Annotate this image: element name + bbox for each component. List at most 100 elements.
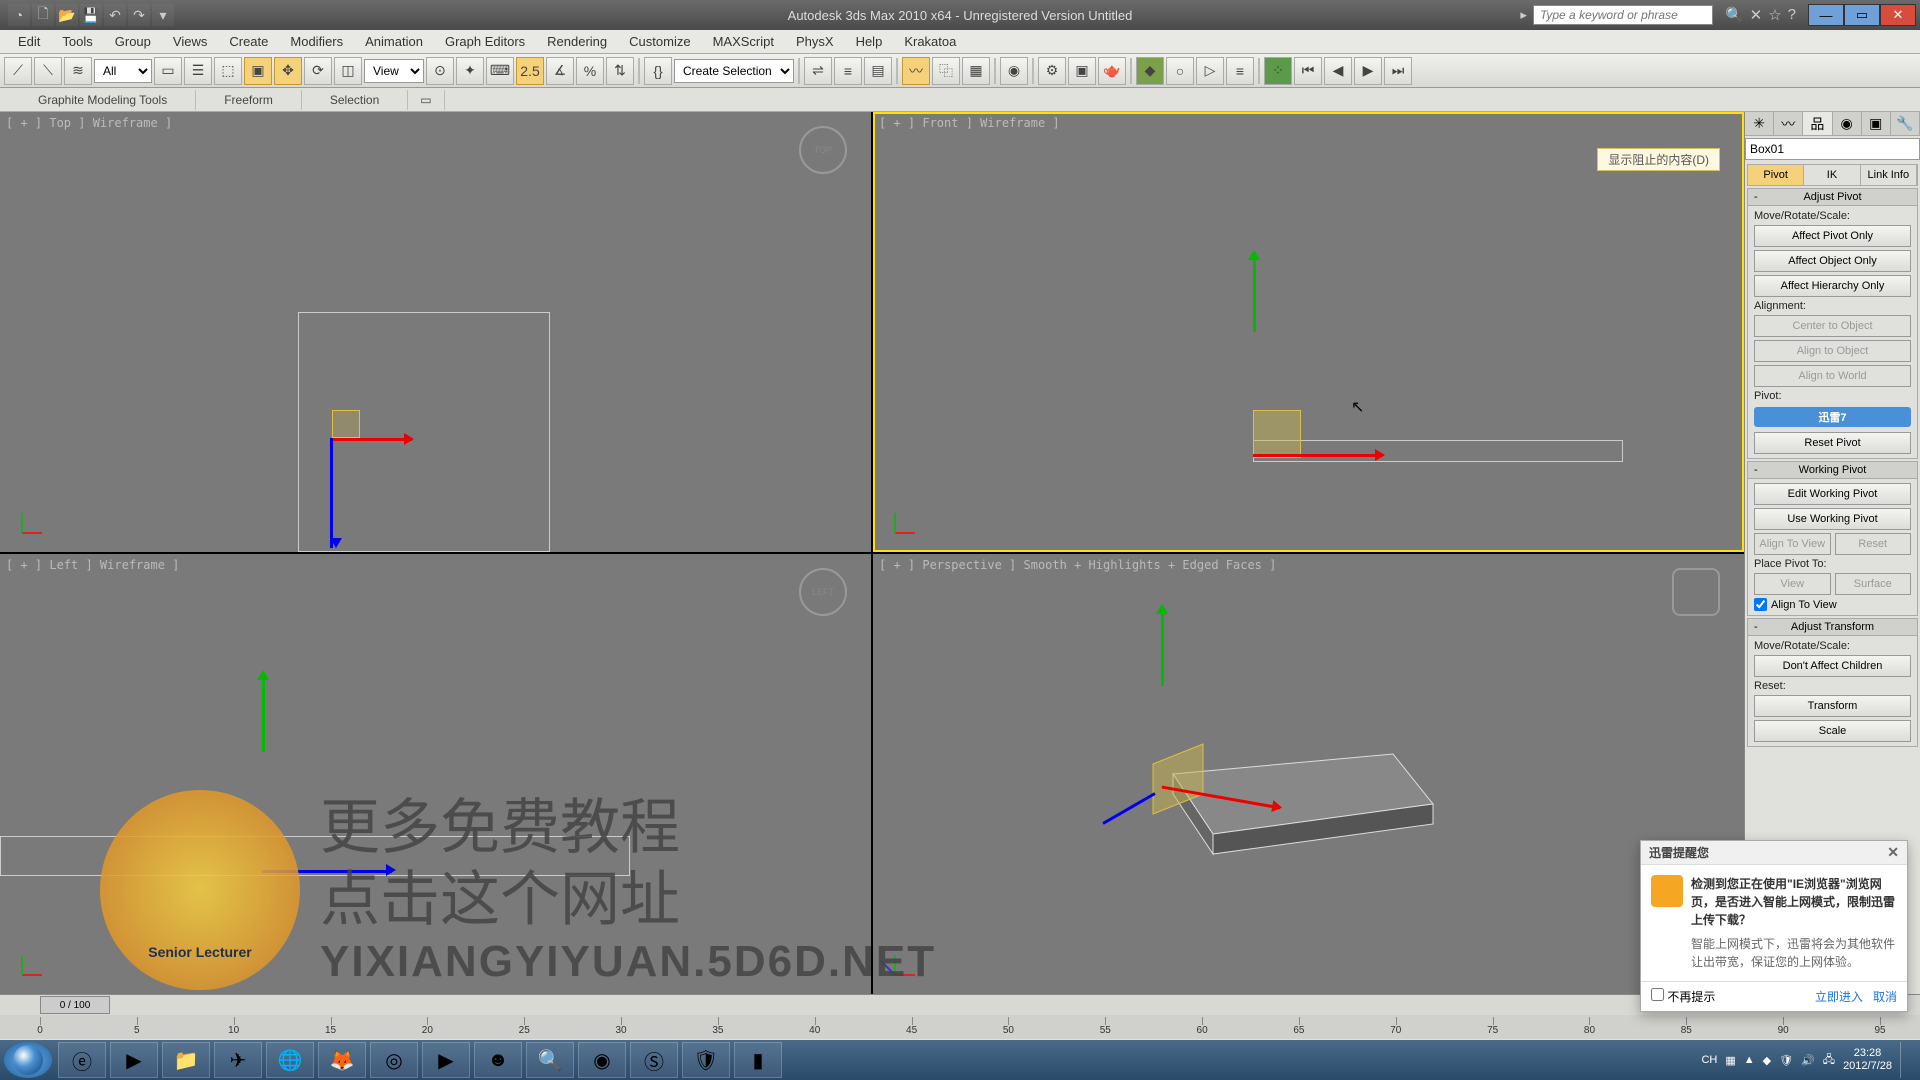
open-icon[interactable]: 📂 bbox=[56, 4, 78, 26]
dope-sheet-icon[interactable]: ▦ bbox=[962, 57, 990, 85]
rollout-head-adjust-pivot[interactable]: Adjust Pivot bbox=[1748, 189, 1917, 206]
save-icon[interactable]: 💾 bbox=[80, 4, 102, 26]
ribbon-tab-graphite[interactable]: Graphite Modeling Tools bbox=[10, 90, 196, 110]
schematic-view-icon[interactable]: ⿻ bbox=[932, 57, 960, 85]
hierarchy-tab-icon[interactable]: 品 bbox=[1803, 112, 1832, 135]
menu-modifiers[interactable]: Modifiers bbox=[280, 32, 353, 51]
viewport-perspective[interactable]: [ + ] Perspective ] Smooth + Highlights … bbox=[873, 554, 1744, 994]
reset-scale-button[interactable]: Scale bbox=[1754, 720, 1911, 742]
use-center-icon[interactable]: ⊙ bbox=[426, 57, 454, 85]
viewcube-persp[interactable] bbox=[1672, 568, 1720, 616]
create-tab-icon[interactable]: ✳ bbox=[1745, 112, 1774, 135]
taskbar-app1-icon[interactable]: ✈ bbox=[214, 1042, 262, 1078]
use-working-pivot-button[interactable]: Use Working Pivot bbox=[1754, 508, 1911, 530]
popup-noremind-checkbox[interactable]: 不再提示 bbox=[1651, 988, 1715, 1005]
select-by-name-icon[interactable]: ☰ bbox=[184, 57, 212, 85]
help-icon[interactable]: ? bbox=[1788, 6, 1796, 24]
rollout-head-working-pivot[interactable]: Working Pivot bbox=[1748, 462, 1917, 479]
undo-icon[interactable]: ↶ bbox=[104, 4, 126, 26]
percent-snap-icon[interactable]: % bbox=[576, 57, 604, 85]
select-scale-icon[interactable]: ◫ bbox=[334, 57, 362, 85]
ribbon-tab-selection[interactable]: Selection bbox=[302, 90, 408, 110]
named-selection-set[interactable]: Create Selection Set bbox=[674, 59, 794, 83]
menu-views[interactable]: Views bbox=[163, 32, 217, 51]
select-link-icon[interactable]: ⟋ bbox=[4, 57, 32, 85]
binoculars-icon[interactable]: 🔍 bbox=[1725, 6, 1744, 24]
affect-hierarchy-only-button[interactable]: Affect Hierarchy Only bbox=[1754, 275, 1911, 297]
align-icon[interactable]: ≡ bbox=[834, 57, 862, 85]
popup-cancel-link[interactable]: 取消 bbox=[1873, 988, 1897, 1005]
tray-app-icon[interactable]: ◆ bbox=[1763, 1054, 1771, 1067]
manipulate-icon[interactable]: ✦ bbox=[456, 57, 484, 85]
popup-close-icon[interactable]: ✕ bbox=[1887, 844, 1899, 861]
material-editor-icon[interactable]: ◉ bbox=[1000, 57, 1028, 85]
utilities-tab-icon[interactable]: 🔧 bbox=[1891, 112, 1920, 135]
menu-rendering[interactable]: Rendering bbox=[537, 32, 617, 51]
taskbar-firefox-icon[interactable]: 🦊 bbox=[318, 1042, 366, 1078]
motion-tab-icon[interactable]: ◉ bbox=[1833, 112, 1862, 135]
start-button[interactable] bbox=[4, 1042, 52, 1078]
favorites-icon[interactable]: ☆ bbox=[1768, 6, 1781, 24]
viewport-top[interactable]: [ + ] Top ] Wireframe ] TOP bbox=[0, 112, 871, 552]
taskbar-wmp-icon[interactable]: ▶ bbox=[110, 1042, 158, 1078]
unlink-icon[interactable]: ⟍ bbox=[34, 57, 62, 85]
align-to-view-checkbox[interactable]: Align To View bbox=[1754, 598, 1911, 611]
render-setup-icon[interactable]: ⚙ bbox=[1038, 57, 1066, 85]
mirror-icon[interactable]: ⇌ bbox=[804, 57, 832, 85]
render-icon[interactable]: 🫖 bbox=[1098, 57, 1126, 85]
taskbar-360-icon[interactable]: ◎ bbox=[370, 1042, 418, 1078]
time-slider-knob[interactable]: 0 / 100 bbox=[40, 996, 110, 1014]
keyboard-shortcut-icon[interactable]: ⌨ bbox=[486, 57, 514, 85]
ribbon-tab-freeform[interactable]: Freeform bbox=[196, 90, 302, 110]
infocenter-search[interactable] bbox=[1533, 5, 1713, 25]
menu-edit[interactable]: Edit bbox=[8, 32, 50, 51]
subtab-ik[interactable]: IK bbox=[1804, 165, 1860, 185]
menu-graph-editors[interactable]: Graph Editors bbox=[435, 32, 535, 51]
menu-create[interactable]: Create bbox=[219, 32, 278, 51]
reactor-preview-icon[interactable]: ≡ bbox=[1226, 57, 1254, 85]
redo-icon[interactable]: ↷ bbox=[128, 4, 150, 26]
new-icon[interactable]: 🗋 bbox=[32, 4, 54, 26]
close-button[interactable]: ✕ bbox=[1880, 4, 1916, 26]
tray-flag-icon[interactable]: ▦ bbox=[1725, 1054, 1735, 1067]
affect-object-only-button[interactable]: Affect Object Only bbox=[1754, 250, 1911, 272]
align-to-object-button[interactable]: Align to Object bbox=[1754, 340, 1911, 362]
popup-enter-link[interactable]: 立即进入 bbox=[1815, 988, 1863, 1005]
time-slider[interactable]: 0 / 100 bbox=[0, 995, 1920, 1015]
menu-tools[interactable]: Tools bbox=[52, 32, 102, 51]
edit-named-sel-icon[interactable]: {} bbox=[644, 57, 672, 85]
viewport-left[interactable]: [ + ] Left ] Wireframe ] LEFT bbox=[0, 554, 871, 994]
viewport-front[interactable]: [ + ] Front ] Wireframe ] ↖ bbox=[873, 112, 1744, 552]
tray-volume-icon[interactable]: 🔊 bbox=[1801, 1054, 1815, 1067]
curve-editor-icon[interactable]: 〰 bbox=[902, 57, 930, 85]
reactor-icon[interactable]: ◆ bbox=[1136, 57, 1164, 85]
playback-end-icon[interactable]: ⏭ bbox=[1384, 57, 1412, 85]
subtab-linkinfo[interactable]: Link Info bbox=[1861, 165, 1917, 185]
reset-pivot-button[interactable]: Reset Pivot bbox=[1754, 432, 1911, 454]
select-region-rect-icon[interactable]: ⬚ bbox=[214, 57, 242, 85]
time-ruler[interactable]: 05101520253035404550556065707580859095 bbox=[0, 1015, 1920, 1039]
reactor-create-icon[interactable]: ○ bbox=[1166, 57, 1194, 85]
select-rotate-icon[interactable]: ⟳ bbox=[304, 57, 332, 85]
taskbar-app6-icon[interactable]: ◉ bbox=[578, 1042, 626, 1078]
dont-affect-children-button[interactable]: Don't Affect Children bbox=[1754, 655, 1911, 677]
ref-coord-system[interactable]: View bbox=[364, 59, 424, 83]
viewcube-left[interactable]: LEFT bbox=[799, 568, 847, 616]
menu-help[interactable]: Help bbox=[846, 32, 893, 51]
rendered-frame-icon[interactable]: ▣ bbox=[1068, 57, 1096, 85]
ribbon-collapse-icon[interactable]: ▭ bbox=[408, 90, 444, 110]
window-crossing-icon[interactable]: ▣ bbox=[244, 57, 272, 85]
taskbar-shield-icon[interactable]: 🛡 bbox=[682, 1042, 730, 1078]
app-menu-button[interactable]: ◔ bbox=[8, 4, 30, 26]
reset-transform-button[interactable]: Transform bbox=[1754, 695, 1911, 717]
reactor-analyze-icon[interactable]: ▷ bbox=[1196, 57, 1224, 85]
rollout-head-adjust-transform[interactable]: Adjust Transform bbox=[1748, 619, 1917, 636]
tray-shield-icon[interactable]: 🛡 bbox=[1779, 1054, 1793, 1067]
infocenter-arrow-icon[interactable]: ▸ bbox=[1520, 7, 1527, 23]
align-to-world-button[interactable]: Align to World bbox=[1754, 365, 1911, 387]
layer-manager-icon[interactable]: ▤ bbox=[864, 57, 892, 85]
spinner-snap-icon[interactable]: ⇅ bbox=[606, 57, 634, 85]
qat-dropdown-icon[interactable]: ▾ bbox=[152, 4, 174, 26]
angle-snap-icon[interactable]: ∡ bbox=[546, 57, 574, 85]
popup-title-bar[interactable]: 迅雷提醒您 ✕ bbox=[1641, 841, 1907, 865]
